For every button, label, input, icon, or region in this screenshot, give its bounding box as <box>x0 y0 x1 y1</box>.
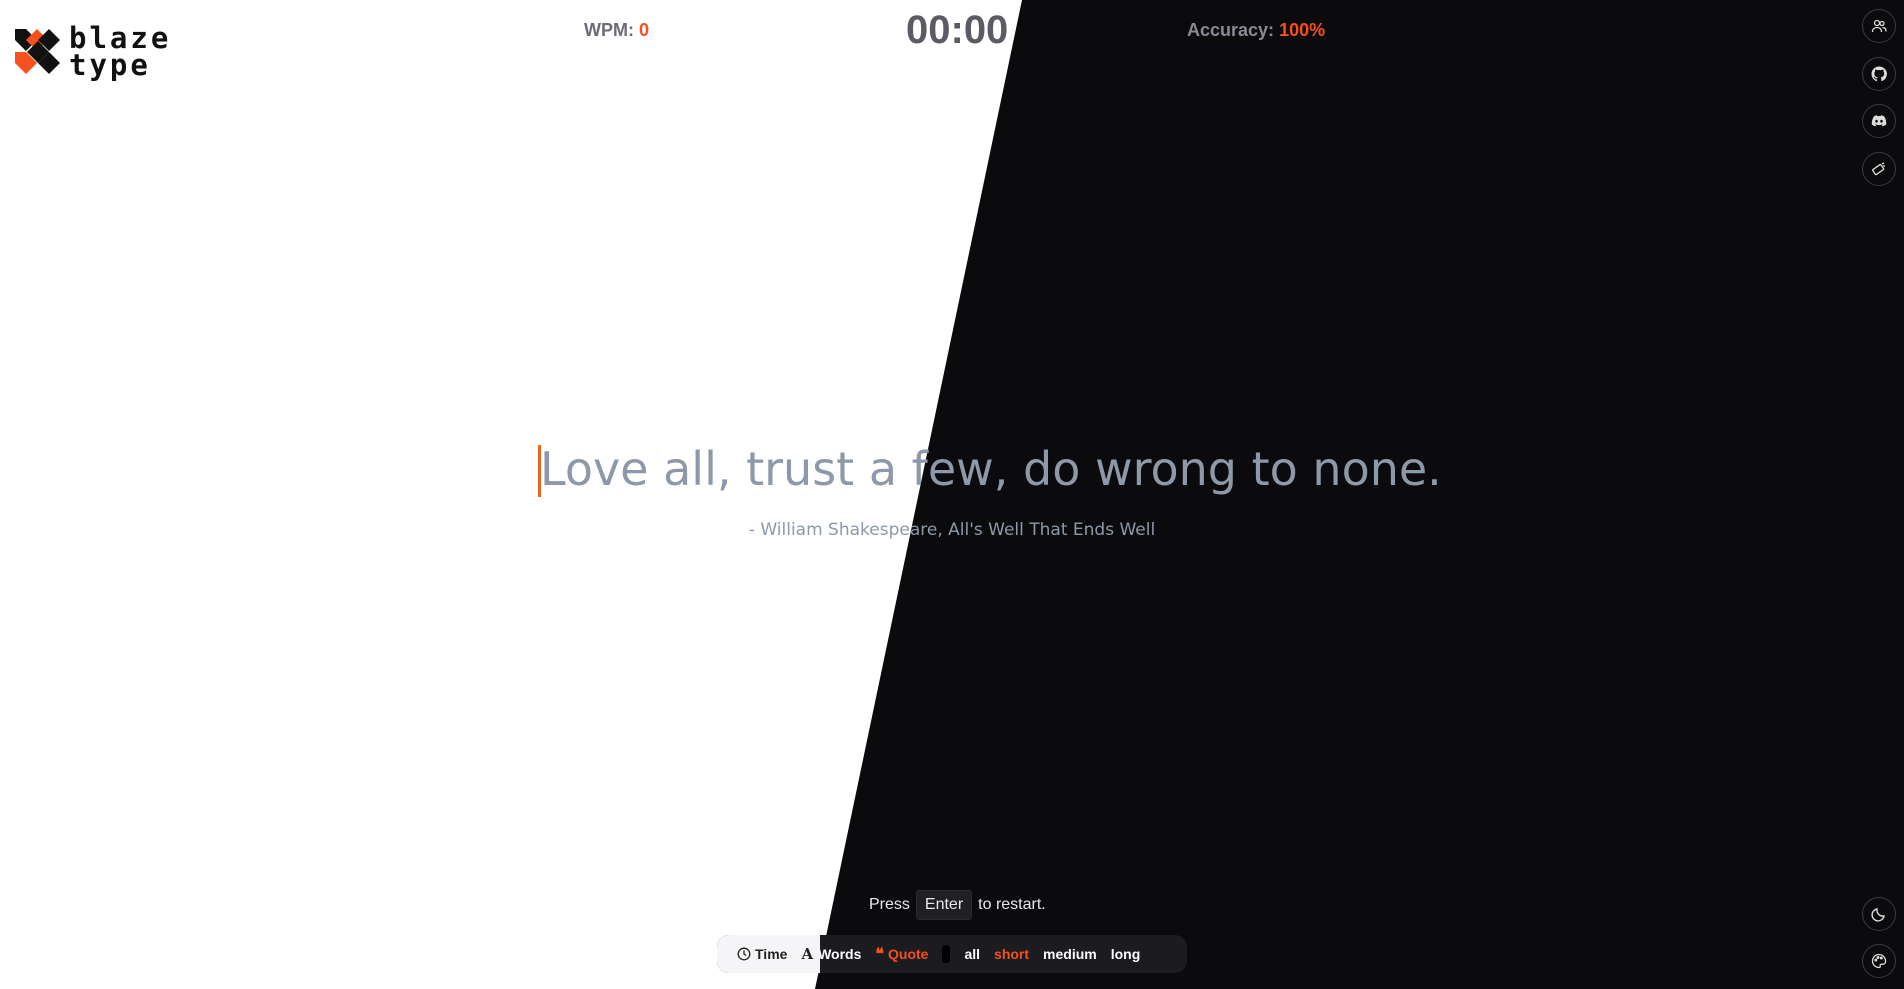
clock-icon <box>737 947 751 961</box>
length-short[interactable]: short <box>994 946 1029 962</box>
letter-a-icon: A <box>801 945 814 963</box>
discord-icon <box>1871 115 1887 127</box>
accuracy-label: Accuracy: <box>1187 20 1275 40</box>
restart-hint: Press Enter to restart. <box>869 890 1046 920</box>
blaze-logo-icon <box>15 29 60 74</box>
timer-display: 00:00 <box>906 8 1009 52</box>
wpm-stat: WPM: 0 <box>584 20 649 41</box>
github-button[interactable] <box>1862 57 1896 91</box>
wpm-value: 0 <box>639 20 650 40</box>
accuracy-stat: Accuracy: 100% <box>1187 20 1325 41</box>
discord-button[interactable] <box>1862 104 1896 138</box>
mode-selector: Time A Words ❝ Quote all short medium lo… <box>717 935 1187 973</box>
palette-button[interactable] <box>1862 944 1896 978</box>
length-medium[interactable]: medium <box>1043 946 1097 962</box>
typing-caret <box>538 445 541 497</box>
quote-text[interactable]: Love all, trust a few, do wrong to none. <box>540 442 1442 496</box>
mode-divider <box>942 945 951 963</box>
keyboard-settings-button[interactable] <box>1862 152 1896 186</box>
enter-key: Enter <box>915 890 973 920</box>
mode-time[interactable]: Time <box>737 946 787 962</box>
restart-prefix: Press <box>869 896 910 913</box>
quote-author: - William Shakespeare, All's Well That E… <box>748 520 1156 540</box>
github-icon <box>1871 66 1887 82</box>
mode-words[interactable]: A Words <box>801 945 861 963</box>
wpm-label: WPM: <box>584 20 634 40</box>
keyboard-icon <box>1872 162 1885 176</box>
length-long[interactable]: long <box>1111 946 1141 962</box>
restart-suffix: to restart. <box>978 896 1046 913</box>
quote-icon: ❝ <box>875 946 884 963</box>
users-button[interactable] <box>1862 9 1896 43</box>
length-all[interactable]: all <box>964 946 980 962</box>
moon-icon <box>1871 908 1885 922</box>
brand-logo[interactable]: blaze type <box>15 21 172 82</box>
accuracy-value: 100% <box>1279 20 1326 40</box>
mode-quote[interactable]: ❝ Quote <box>875 944 928 964</box>
logo-wordmark: blaze type <box>69 21 172 82</box>
theme-toggle-button[interactable] <box>1862 897 1896 931</box>
palette-icon <box>1871 953 1887 969</box>
users-icon <box>1871 19 1887 33</box>
